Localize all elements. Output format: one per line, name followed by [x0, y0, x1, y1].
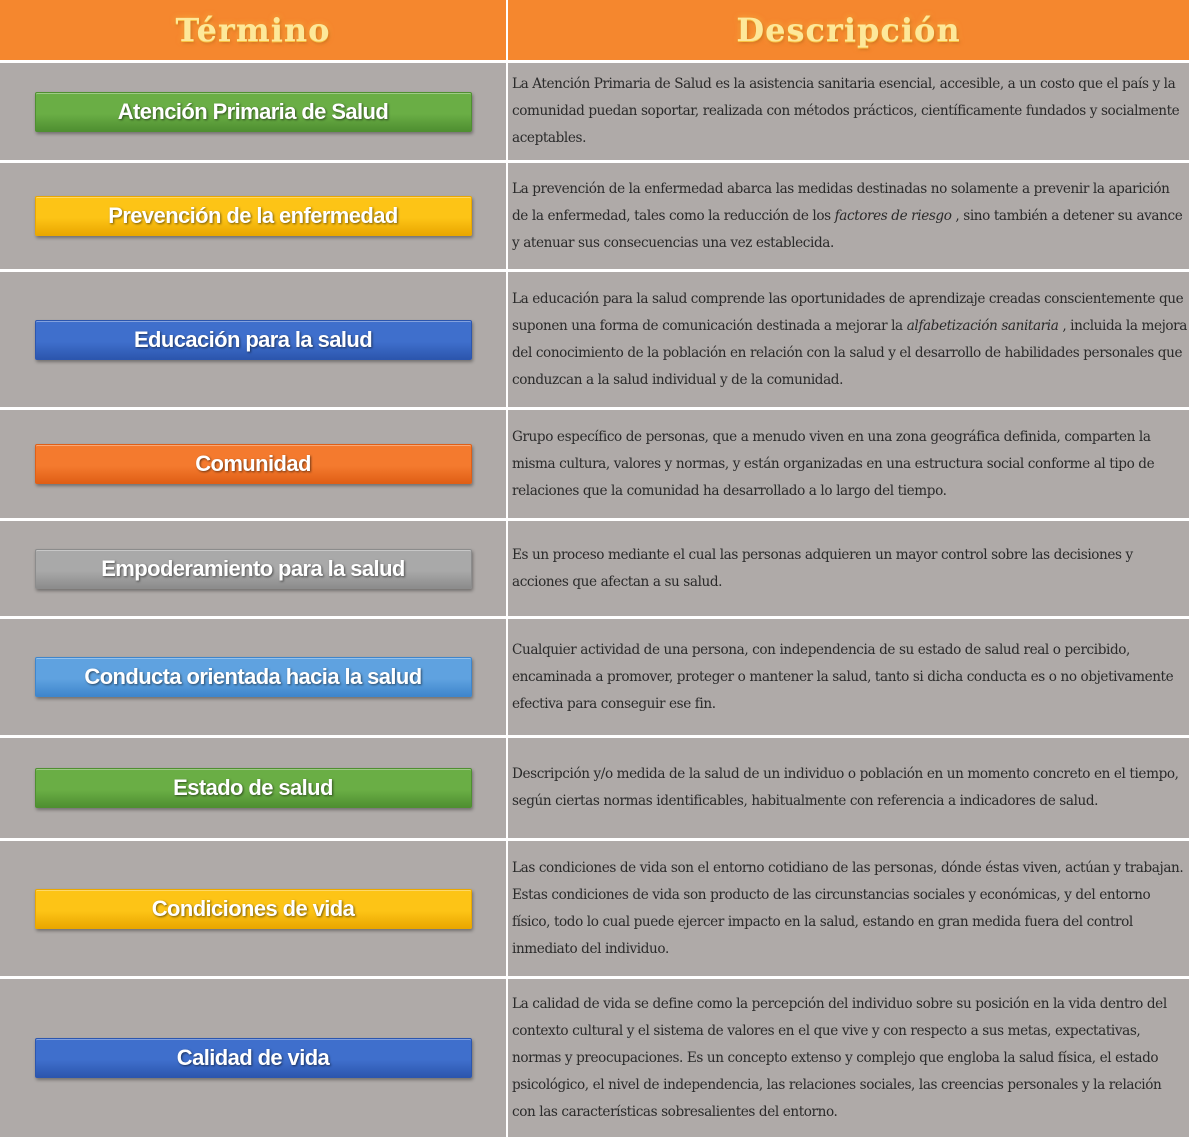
term-label: Conducta orientada hacia la salud [34, 657, 472, 697]
description-text: Las condiciones de vida son el entorno c… [512, 859, 1184, 957]
description-text: La prevención de la enfermedad abarca la… [512, 176, 1187, 257]
description-emphasis: alfabetización sanitaria [906, 317, 1059, 334]
term-label: Estado de salud [34, 768, 472, 808]
header-term: Término [0, 0, 506, 60]
term-cell: Calidad de vida [0, 979, 506, 1137]
term-label: Empoderamiento para la salud [34, 548, 472, 589]
term-cell: Prevención de la enfermedad [0, 163, 506, 269]
description-cell: La prevención de la enfermedad abarca la… [508, 163, 1189, 269]
description-text: La educación para la salud comprende las… [512, 286, 1187, 394]
header-description: Descripción [508, 0, 1189, 60]
description-cell: La educación para la salud comprende las… [508, 272, 1189, 407]
term-cell: Educación para la salud [0, 272, 506, 407]
description-cell: Es un proceso mediante el cual las perso… [508, 521, 1189, 616]
description-cell: Grupo específico de personas, que a menu… [508, 410, 1189, 518]
term-cell: Conducta orientada hacia la salud [0, 619, 506, 735]
term-cell: Atención Primaria de Salud [0, 63, 506, 160]
description-cell: Cualquier actividad de una persona, con … [508, 619, 1189, 735]
terms-table: Término Descripción Atención Primaria de… [0, 0, 1189, 1139]
description-cell: Descripción y/o medida de la salud de un… [508, 738, 1189, 838]
term-label: Condiciones de vida [34, 888, 472, 929]
description-text: Descripción y/o medida de la salud de un… [512, 766, 1179, 809]
description-emphasis: factores de riesgo [834, 207, 952, 224]
description-cell: Las condiciones de vida son el entorno c… [508, 841, 1189, 976]
term-label: Educación para la salud [34, 319, 472, 360]
description-text: La calidad de vida se define como la per… [512, 995, 1167, 1120]
term-cell: Comunidad [0, 410, 506, 518]
description-text: La Atención Primaria de Salud es la asis… [512, 76, 1180, 146]
description-text: Grupo específico de personas, que a menu… [512, 428, 1155, 499]
term-label: Calidad de vida [34, 1038, 472, 1078]
term-cell: Empoderamiento para la salud [0, 521, 506, 616]
description-text: Es un proceso mediante el cual las perso… [512, 546, 1133, 590]
description-cell: La Atención Primaria de Salud es la asis… [508, 63, 1189, 160]
term-label: Prevención de la enfermedad [34, 196, 472, 236]
term-label: Comunidad [34, 444, 472, 484]
term-cell: Condiciones de vida [0, 841, 506, 976]
term-cell: Estado de salud [0, 738, 506, 838]
term-label: Atención Primaria de Salud [34, 91, 472, 132]
description-cell: La calidad de vida se define como la per… [508, 979, 1189, 1137]
description-text: Cualquier actividad de una persona, con … [512, 641, 1174, 712]
